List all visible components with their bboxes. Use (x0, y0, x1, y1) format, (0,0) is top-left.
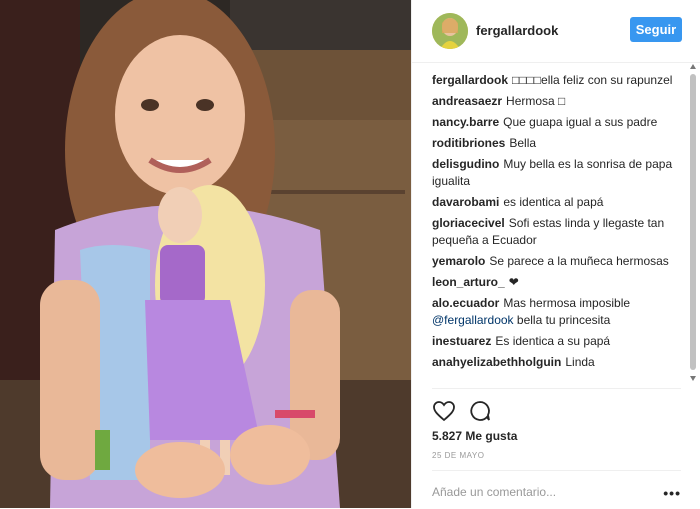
comment-text: Que guapa igual a sus padre (503, 115, 658, 129)
more-options-icon[interactable]: ••• (663, 485, 681, 501)
comment-item: anahyelizabethholguin Linda (432, 354, 677, 371)
comment-item: leon_arturo_ ❤ (432, 274, 677, 291)
comment-text: bella tu princesita (516, 313, 611, 327)
comment-username[interactable]: leon_arturo_ (432, 275, 505, 289)
comment-username[interactable]: inestuarez (432, 334, 491, 348)
scroll-up-icon[interactable] (690, 64, 696, 69)
post-actions: 5.827 Me gusta 25 DE MAYO (432, 388, 681, 479)
comment-username[interactable]: fergallardook (432, 73, 508, 87)
comment-item: andreasaezr Hermosa □ (432, 93, 677, 110)
comment-bubble-icon[interactable] (468, 399, 492, 423)
comment-username[interactable]: davarobami (432, 195, 499, 209)
comment-item: alo.ecuador Mas hermosa imposible @fergal… (432, 295, 677, 329)
comment-text: □□□□ella feliz con su rapunzel (512, 73, 673, 87)
scroll-thumb[interactable] (690, 74, 696, 370)
comments-list[interactable]: fergallardook □□□□ella feliz con su rapun… (432, 72, 677, 386)
comment-username[interactable]: nancy.barre (432, 115, 499, 129)
post-date: 25 DE MAYO (432, 451, 485, 460)
comment-item: roditibriones Bella (432, 135, 677, 152)
comment-text: Hermosa □ (506, 94, 566, 108)
comment-text: Es identica a su papá (495, 334, 611, 348)
comment-text: Bella (509, 136, 537, 150)
likes-count[interactable]: 5.827 Me gusta (432, 429, 517, 443)
comment-item: davarobami es identica al papá (432, 194, 677, 211)
comment-text: Mas hermosa imposible (503, 296, 631, 310)
comment-text: Linda (565, 355, 595, 369)
comment-item: yemarolo Se parece a la muñeca hermosas (432, 253, 677, 270)
comments-scrollbar[interactable] (689, 62, 697, 387)
comment-username[interactable]: alo.ecuador (432, 296, 499, 310)
comment-username[interactable]: delisgudino (432, 157, 499, 171)
comment-text: es identica al papá (503, 195, 604, 209)
comment-username[interactable]: roditibriones (432, 136, 505, 150)
comment-username[interactable]: yemarolo (432, 254, 485, 268)
comment-item: gloriacecivel Sofi estas linda y llegaste… (432, 215, 677, 249)
post-photo (0, 0, 411, 508)
comment-username[interactable]: gloriacecivel (432, 216, 505, 230)
avatar[interactable] (432, 13, 468, 49)
girl-with-doll-image (0, 0, 411, 508)
scroll-down-icon[interactable] (690, 376, 696, 381)
post-header: fergallardook Seguir (412, 0, 700, 63)
comment-item: inestuarez Es identica a su papá (432, 333, 677, 350)
avatar-image (432, 13, 468, 49)
add-comment-bar: Añade un comentario... ••• (432, 470, 681, 509)
comment-item: nancy.barre Que guapa igual a sus padre (432, 114, 677, 131)
like-heart-icon[interactable] (432, 399, 456, 423)
comment-item: delisgudino Muy bella es la sonrisa de pa… (432, 156, 677, 190)
comment-item: fergallardook □□□□ella feliz con su rapun… (432, 72, 677, 89)
comment-username[interactable]: andreasaezr (432, 94, 502, 108)
comment-mention[interactable]: @fergallardook (432, 313, 514, 327)
post-sidebar: fergallardook Seguir fergallardook □□□□el… (411, 0, 700, 508)
comment-text: Se parece a la muñeca hermosas (489, 254, 669, 268)
follow-button[interactable]: Seguir (630, 17, 682, 42)
post-username[interactable]: fergallardook (476, 23, 558, 38)
heart-emoji: ❤ (508, 275, 519, 289)
comment-username[interactable]: anahyelizabethholguin (432, 355, 561, 369)
comment-input[interactable]: Añade un comentario... (432, 485, 556, 499)
